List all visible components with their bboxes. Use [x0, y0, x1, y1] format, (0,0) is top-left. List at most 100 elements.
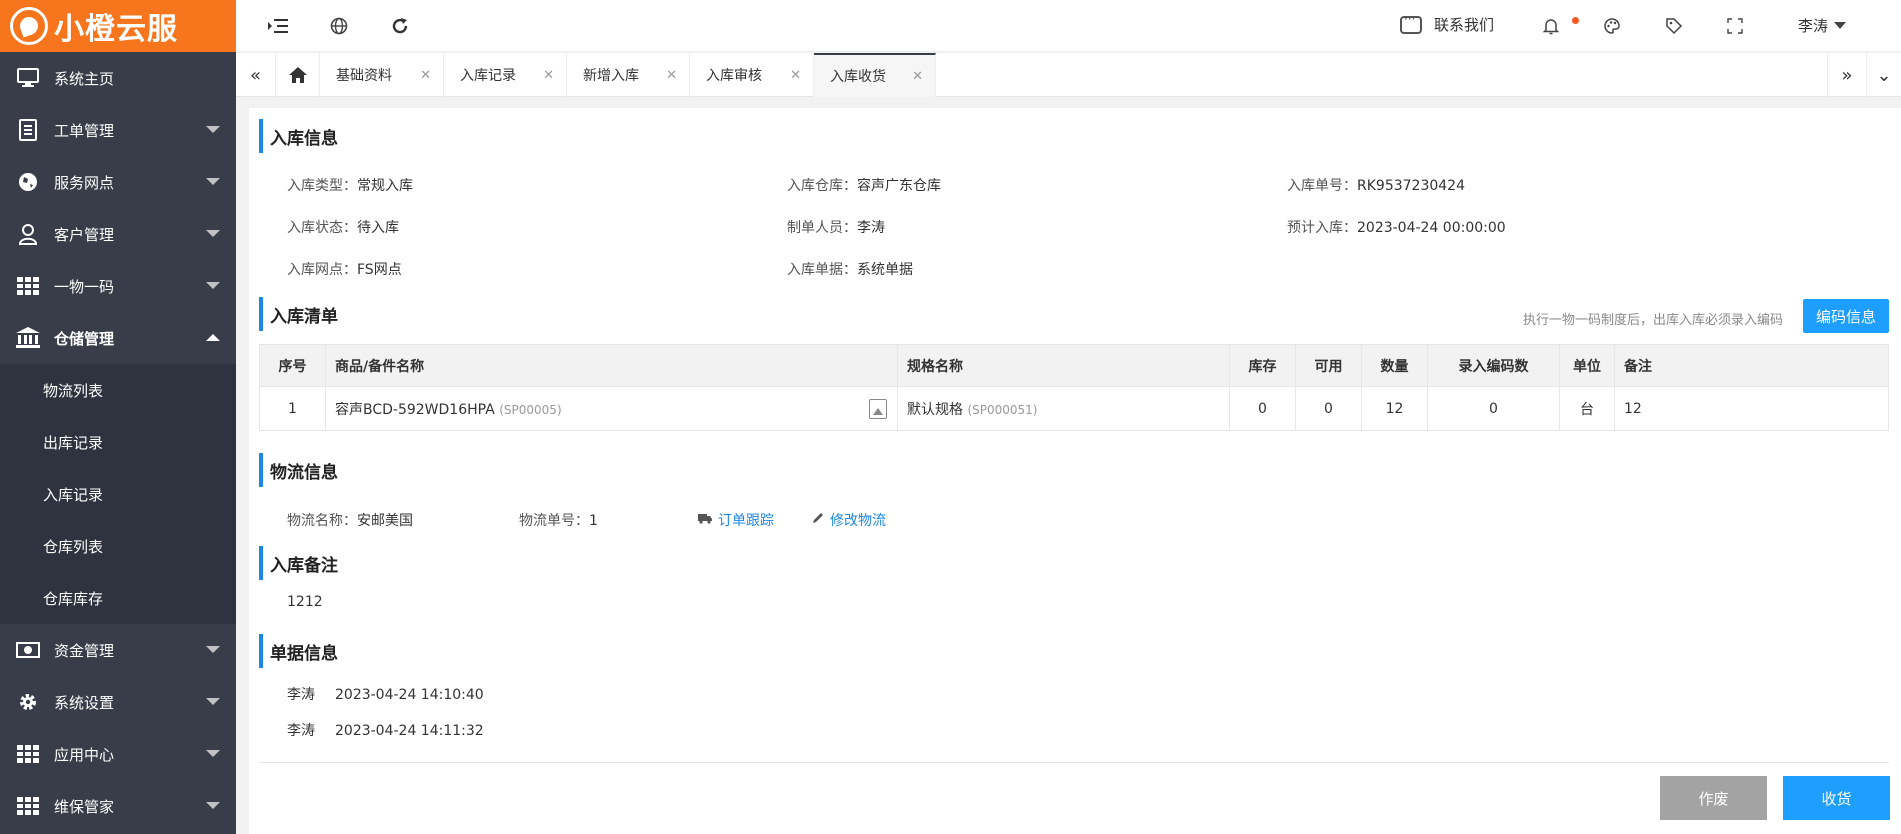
globe-icon[interactable]	[327, 14, 351, 38]
receive-button[interactable]: 收货	[1783, 776, 1890, 820]
field-expected-time: 预计入库：2023-04-24 00:00:00	[1287, 217, 1506, 237]
sidebar-menu: 系统主页 工单管理 服务网点 客户管理 一物一码 仓储管理 物流列表 出库记录 …	[0, 52, 236, 832]
field-label: 入库网点：	[287, 262, 357, 278]
contact-us-link[interactable]: 联系我们	[1400, 12, 1494, 35]
field-label: 制单人员：	[787, 220, 857, 236]
cell-stock: 0	[1229, 386, 1296, 431]
sidebar-item-home[interactable]: 系统主页	[0, 52, 236, 104]
field-value: 常规入库	[357, 178, 413, 194]
edit-logistics-link[interactable]: 修改物流	[812, 510, 886, 530]
doc-log-entry: 李涛 2023-04-24 14:10:40	[287, 684, 484, 704]
chevron-down-icon[interactable]: ⌄	[1867, 53, 1901, 97]
field-inbound-number: 入库单号：RK9537230424	[1287, 175, 1465, 195]
close-icon[interactable]: ✕	[790, 68, 801, 83]
user-name: 李涛	[1798, 17, 1829, 35]
chevron-down-icon	[1834, 22, 1847, 29]
tab-scroll-left-icon[interactable]: «	[236, 53, 276, 97]
submenu-item-outbound-records[interactable]: 出库记录	[0, 416, 236, 468]
tab-scroll-right-icon[interactable]: »	[1827, 53, 1867, 97]
fullscreen-icon[interactable]	[1723, 14, 1747, 38]
section-title-inbound-info: 入库信息	[259, 119, 338, 153]
void-button[interactable]: 作废	[1660, 776, 1767, 820]
sidebar-item-label: 服务网点	[54, 173, 115, 192]
chevron-down-icon	[206, 282, 220, 289]
cell-product-name: 容声BCD-592WD16HPA (SP00005)	[325, 386, 898, 431]
chevron-down-icon	[206, 646, 220, 653]
grid-icon	[15, 743, 41, 765]
close-icon[interactable]: ✕	[543, 68, 554, 83]
sidebar-item-customers[interactable]: 客户管理	[0, 208, 236, 260]
sidebar-item-onecode[interactable]: 一物一码	[0, 260, 236, 312]
chevron-down-icon	[206, 178, 220, 185]
image-icon[interactable]	[869, 398, 887, 419]
close-icon[interactable]: ✕	[912, 69, 923, 84]
order-track-link[interactable]: 订单跟踪	[698, 510, 774, 530]
column-header: 商品/备件名称	[325, 344, 898, 387]
user-menu[interactable]: 李涛	[1798, 15, 1847, 36]
tab-inbound-records[interactable]: 入库记录 ✕	[444, 53, 567, 97]
submenu-item-warehouse-list[interactable]: 仓库列表	[0, 520, 236, 572]
refresh-icon[interactable]	[388, 14, 412, 38]
cell-spec: 默认规格 (SP000051)	[897, 386, 1230, 431]
tab-bar: « 基础资料 ✕ 入库记录 ✕ 新增入库 ✕ 入库审核 ✕ 入库收货 ✕ » ⌄	[236, 53, 1901, 97]
money-icon	[15, 639, 41, 661]
submenu-item-inbound-records[interactable]: 入库记录	[0, 468, 236, 520]
field-creator: 制单人员：李涛	[787, 217, 885, 237]
tab-new-inbound[interactable]: 新增入库 ✕	[567, 53, 690, 97]
field-inbound-warehouse: 入库仓库：容声广东仓库	[787, 175, 941, 195]
truck-icon	[698, 513, 712, 528]
sidebar-item-apps[interactable]: 应用中心	[0, 728, 236, 780]
field-inbound-type: 入库类型：常规入库	[287, 175, 413, 195]
sidebar-item-label: 一物一码	[54, 277, 115, 296]
sidebar-item-outlets[interactable]: 服务网点	[0, 156, 236, 208]
field-label: 物流单号：	[519, 513, 589, 529]
sidebar: 小橙云服 系统主页 工单管理 服务网点 客户管理 一物一码 仓储管理 物流列表 …	[0, 0, 236, 834]
sidebar-item-maintenance[interactable]: 维保管家	[0, 780, 236, 832]
divider	[259, 762, 1889, 763]
tab-inbound-review[interactable]: 入库审核 ✕	[690, 53, 814, 97]
grid-icon	[15, 275, 41, 297]
close-icon[interactable]: ✕	[420, 68, 431, 83]
sidebar-item-label: 应用中心	[54, 745, 115, 764]
submenu-item-logistics-list[interactable]: 物流列表	[0, 364, 236, 416]
submenu-item-warehouse-stock[interactable]: 仓库库存	[0, 572, 236, 624]
field-label: 入库状态：	[287, 220, 357, 236]
field-logistics-number: 物流单号：1	[519, 510, 598, 530]
column-header: 序号	[259, 344, 326, 387]
tab-basic-info[interactable]: 基础资料 ✕	[320, 53, 444, 97]
column-header: 库存	[1229, 344, 1296, 387]
palette-icon[interactable]	[1600, 14, 1624, 38]
sidebar-item-settings[interactable]: 系统设置	[0, 676, 236, 728]
main-content: 入库信息 入库类型：常规入库 入库仓库：容声广东仓库 入库单号：RK953723…	[249, 108, 1901, 834]
sidebar-item-funds[interactable]: 资金管理	[0, 624, 236, 676]
sidebar-item-label: 工单管理	[54, 121, 115, 140]
cell-available: 0	[1295, 386, 1362, 431]
cell-unit: 台	[1559, 386, 1615, 431]
edit-logistics-label: 修改物流	[830, 513, 886, 529]
tag-icon[interactable]	[1662, 14, 1686, 38]
sidebar-item-workorder[interactable]: 工单管理	[0, 104, 236, 156]
sidebar-item-label: 维保管家	[54, 797, 115, 816]
field-label: 物流名称：	[287, 513, 357, 529]
bell-icon[interactable]	[1539, 14, 1563, 38]
field-value: 李涛	[857, 220, 885, 236]
doc-log-user: 李涛	[287, 723, 315, 739]
sidebar-item-warehouse[interactable]: 仓储管理	[0, 312, 236, 364]
field-value: 待入库	[357, 220, 399, 236]
column-header: 备注	[1614, 344, 1889, 387]
product-name: 容声BCD-592WD16HPA	[335, 401, 495, 418]
code-info-button[interactable]: 编码信息	[1803, 299, 1889, 333]
chevron-up-icon	[206, 334, 220, 341]
column-header: 单位	[1559, 344, 1615, 387]
column-header: 录入编码数	[1427, 344, 1560, 387]
tab-inbound-receive[interactable]: 入库收货 ✕	[814, 53, 936, 97]
menu-toggle-icon[interactable]	[266, 14, 290, 38]
sidebar-item-label: 系统主页	[54, 69, 115, 88]
product-code: (SP00005)	[499, 402, 562, 417]
field-value: 容声广东仓库	[857, 178, 941, 194]
home-tab-icon[interactable]	[276, 53, 320, 97]
table-header-row: 序号 商品/备件名称 规格名称 库存 可用 数量 录入编码数 单位 备注	[259, 344, 1889, 387]
sidebar-item-label: 系统设置	[54, 693, 115, 712]
close-icon[interactable]: ✕	[666, 68, 677, 83]
field-label: 入库单据：	[787, 262, 857, 278]
